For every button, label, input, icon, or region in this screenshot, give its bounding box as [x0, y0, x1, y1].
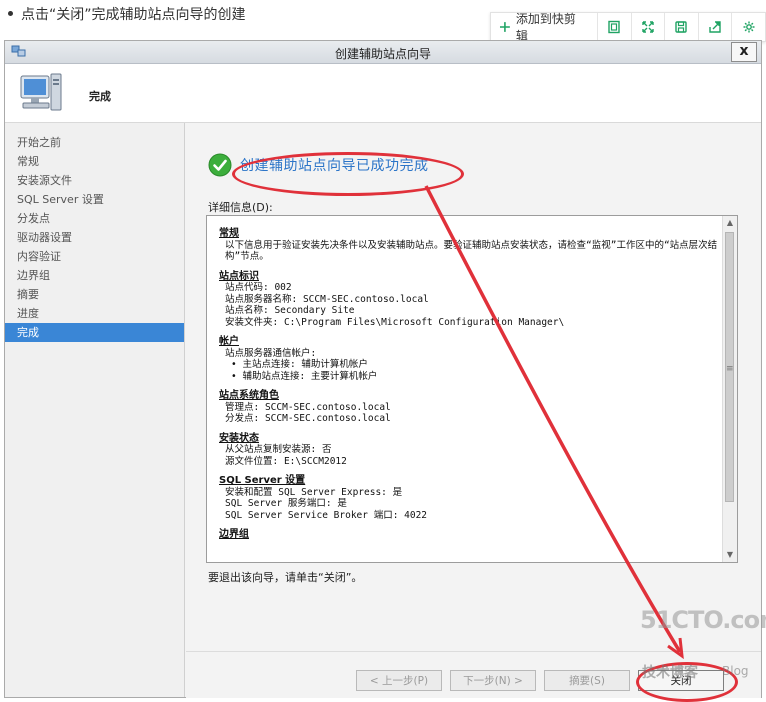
- scroll-up-arrow-icon[interactable]: ▲: [723, 216, 737, 230]
- details-section-heading: 帐户: [219, 336, 239, 347]
- computer-icon: [20, 73, 62, 111]
- scroll-down-arrow-icon[interactable]: ▼: [723, 548, 737, 562]
- add-to-clip-label: 添加到快剪辑: [515, 12, 576, 43]
- wizard-nav: 开始之前 常规 安装源文件 SQL Server 设置 分发点 驱动器设置 内容验证 边界组摘…: [5, 123, 185, 697]
- details-bullet: • 辅助站点连接: 主要计算机帐户: [219, 371, 719, 383]
- details-line: 分发点: SCCM-SEC.contoso.local: [225, 413, 391, 424]
- details-bullet-text: 辅助站点连接: 主要计算机帐户: [242, 370, 378, 382]
- details-line: 源文件位置: E:\SCCM2012: [225, 455, 347, 467]
- nav-item[interactable]: 安装源文件: [5, 171, 184, 190]
- wizard-header: 完成: [5, 64, 761, 123]
- share-icon: [709, 21, 721, 33]
- nav-item[interactable]: 开始之前: [5, 133, 184, 152]
- details-bullet-text: 主站点连接: 辅助计算机帐户: [242, 359, 368, 370]
- expand-icon: [642, 21, 654, 33]
- expand-button[interactable]: [632, 13, 666, 41]
- details-line: 安装文件夹: C:\Program Files\Microsoft Config…: [225, 316, 565, 328]
- details-section-heading: SQL Server 设置: [219, 475, 306, 486]
- save-button[interactable]: [665, 13, 699, 41]
- bullet-dot: [8, 11, 13, 16]
- details-line: 站点服务器名称: SCCM-SEC.contoso.local: [225, 293, 429, 305]
- nav-item[interactable]: 内容验证: [5, 247, 184, 266]
- wizard-window: 创建辅助站点向导 x 完成 开始之前 常规 安装源文件 SQL Server 设置 分发…: [4, 40, 762, 702]
- settings-button[interactable]: [732, 13, 765, 41]
- details-line: SQL Server Service Broker 端口: 4022: [225, 509, 428, 521]
- scroll-grip-icon: ≡: [726, 364, 734, 374]
- details-box[interactable]: 常规 以下信息用于验证安装先决条件以及安装辅助站点。要验证辅助站点安装状态，请检查…: [206, 215, 738, 563]
- nav-item[interactable]: 驱动器设置: [5, 228, 184, 247]
- share-button[interactable]: [699, 13, 733, 41]
- nav-item[interactable]: 完成: [5, 323, 184, 342]
- details-section-heading: 站点系统角色: [219, 390, 279, 401]
- nav-item[interactable]: 分发点: [5, 209, 184, 228]
- wizard-content: 创建辅助站点向导已成功完成 详细信息(D): 常规 以下信息用于验证安装先决条件以…: [186, 123, 761, 702]
- summary-button[interactable]: 摘要(S): [544, 670, 630, 691]
- success-message: 创建辅助站点向导已成功完成: [208, 153, 429, 177]
- details-scrollbar[interactable]: ▲ ≡ ▼: [722, 216, 737, 562]
- details-line: 管理点: SCCM-SEC.contoso.local: [225, 401, 391, 413]
- details-line: 以下信息用于验证安装先决条件以及安装辅助站点。要验证辅助站点安装状态，请检查“监…: [225, 239, 718, 263]
- plus-icon: [499, 22, 510, 32]
- close-button[interactable]: 关闭: [638, 670, 724, 691]
- details-bullet: • 主站点连接: 辅助计算机帐户: [219, 359, 719, 371]
- square-icon: [608, 20, 620, 34]
- add-to-clip-button[interactable]: 添加到快剪辑: [491, 12, 598, 43]
- details-section-heading: 安装状态: [219, 432, 259, 444]
- details-text: 常规 以下信息用于验证安装先决条件以及安装辅助站点。要验证辅助站点安装状态，请检查…: [219, 228, 719, 541]
- save-icon: [675, 21, 688, 33]
- details-line: 站点服务器通信帐户:: [225, 347, 317, 359]
- nav-item[interactable]: 进度: [5, 304, 184, 323]
- nav-item[interactable]: 边界组: [5, 266, 184, 285]
- bullet-icon: •: [231, 370, 243, 382]
- prev-button[interactable]: < 上一步(P): [356, 670, 442, 691]
- next-button[interactable]: 下一步(N) >: [450, 670, 536, 691]
- details-label: 详细信息(D):: [208, 201, 273, 214]
- details-line: SQL Server 服务端口: 是: [225, 498, 347, 509]
- nav-item[interactable]: 摘要: [5, 285, 184, 304]
- success-text: 创建辅助站点向导已成功完成: [240, 158, 429, 174]
- window-close-button[interactable]: x: [731, 42, 757, 62]
- square-button[interactable]: [598, 13, 632, 41]
- title-bar[interactable]: 创建辅助站点向导 x: [5, 41, 761, 64]
- bullet-icon: •: [231, 359, 243, 370]
- caption: 点击“关闭”完成辅助站点向导的创建: [6, 4, 246, 24]
- details-section-heading: 常规: [219, 228, 239, 239]
- details-section-heading: 边界组: [219, 529, 249, 540]
- caption-text: 点击“关闭”完成辅助站点向导的创建: [21, 7, 246, 23]
- exit-note: 要退出该向导，请单击“关闭”。: [208, 571, 363, 584]
- clip-toolbar: 添加到快剪辑: [490, 12, 766, 43]
- success-check-icon: [208, 153, 232, 177]
- nav-item[interactable]: 常规: [5, 152, 184, 171]
- details-line: 站点名称: Secondary Site: [225, 305, 355, 316]
- button-bar: < 上一步(P) 下一步(N) > 摘要(S) 关闭: [186, 651, 761, 702]
- details-line: 安装和配置 SQL Server Express: 是: [225, 486, 403, 498]
- window-title: 创建辅助站点向导: [334, 47, 431, 61]
- details-line: 站点代码: 002: [225, 282, 292, 293]
- details-line: 从父站点复制安装源: 否: [225, 444, 332, 455]
- nav-item[interactable]: SQL Server 设置: [5, 190, 184, 209]
- settings-icon: [743, 21, 755, 33]
- details-section-heading: 站点标识: [219, 270, 259, 282]
- header-title: 完成: [89, 90, 111, 103]
